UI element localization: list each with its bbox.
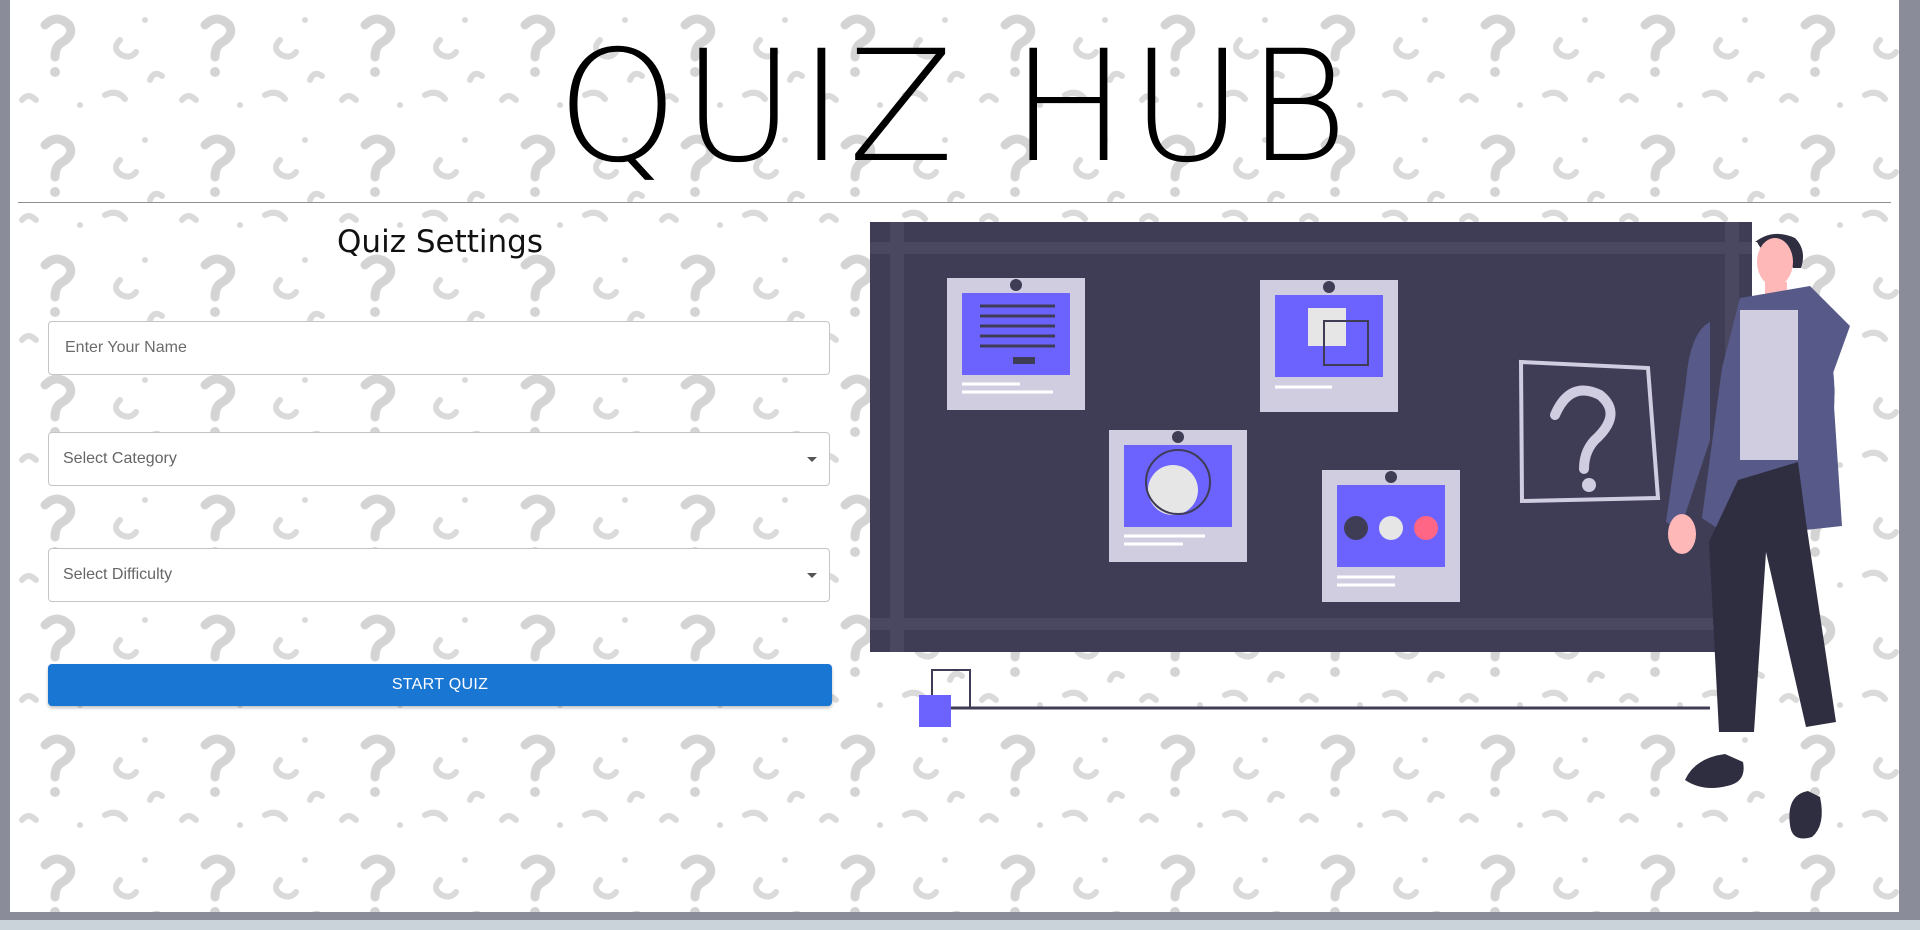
chevron-down-icon: [807, 457, 817, 462]
squares-card: [1260, 280, 1398, 412]
start-quiz-button[interactable]: START QUIZ: [48, 664, 832, 706]
difficulty-select[interactable]: Select Difficulty: [48, 548, 830, 602]
document-card: [947, 278, 1085, 410]
bottom-strip: [0, 920, 1920, 930]
dots-card: [1322, 470, 1460, 602]
category-select-label: Select Category: [63, 450, 177, 467]
category-select[interactable]: Select Category: [48, 432, 830, 486]
settings-heading: Quiz Settings: [337, 224, 543, 260]
app-title: QUIZ HUB: [556, 18, 1353, 197]
chevron-down-icon: [807, 573, 817, 578]
app-window: QUIZ HUB Quiz Settings Select Category S…: [10, 0, 1899, 912]
title-divider: [18, 202, 1891, 203]
circles-card: [1109, 430, 1247, 562]
name-input[interactable]: [63, 321, 829, 375]
difficulty-select-label: Select Difficulty: [63, 566, 173, 583]
name-field[interactable]: [48, 321, 830, 375]
quiz-illustration: [870, 222, 1850, 839]
